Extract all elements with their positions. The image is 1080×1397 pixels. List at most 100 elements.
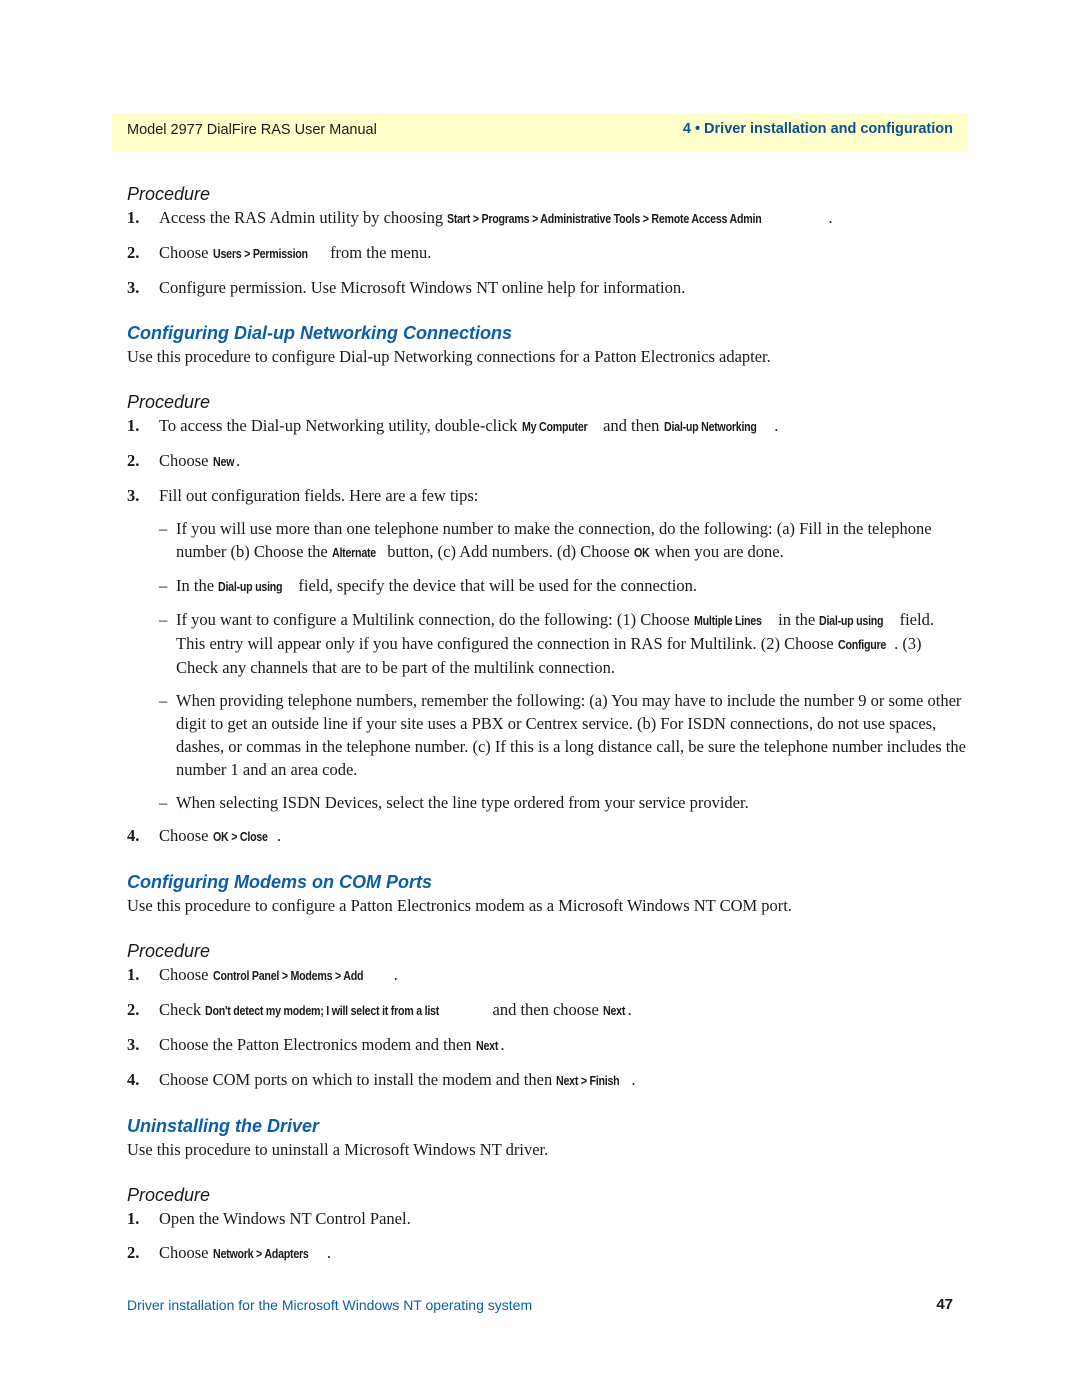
ui-command-text: Don't detect my modem; I will select it … xyxy=(205,1003,440,1018)
dialup-tips: – If you will use more than one telephone… xyxy=(127,517,967,814)
modem-steps: 1. Choose Control Panel > Modems > Add. 2.… xyxy=(127,963,967,1092)
body-text: . xyxy=(393,965,398,984)
procedure-step: 2. Check Don't detect my modem; I will se… xyxy=(127,998,967,1022)
body-text: . xyxy=(500,1035,505,1054)
procedure-step: 1. To access the Dial-up Networking utili… xyxy=(127,414,967,438)
step-number: 2. xyxy=(127,1000,140,1019)
body-text: field, specify the device that will be u… xyxy=(294,576,698,595)
procedure-step: 2. Choose Users > Permission from the men… xyxy=(127,241,967,265)
body-text: . xyxy=(627,1000,632,1019)
ui-command-text: Network > Adapters xyxy=(212,1246,309,1261)
tip-item: – If you want to configure a Multilink co… xyxy=(127,608,967,679)
procedure-step: 1. Choose Control Panel > Modems > Add. xyxy=(127,963,967,987)
dash-bullet-icon: – xyxy=(159,610,168,629)
procedure-step: 1. Open the Windows NT Control Panel. xyxy=(127,1207,967,1230)
section-title-dialup: Configuring Dial-up Networking Connectio… xyxy=(127,323,512,343)
procedure-label: Procedure xyxy=(127,184,211,204)
step-number: 3. xyxy=(127,1035,140,1054)
step-number: 2. xyxy=(127,1243,140,1262)
section-intro-uninstall: Use this procedure to uninstall a Micros… xyxy=(127,1140,549,1159)
footer-chapter-title: Driver installation for the Microsoft Wi… xyxy=(127,1297,533,1313)
ui-command-text: Configure xyxy=(837,637,886,652)
running-header: Model 2977 DialFire RAS User Manual 4 • … xyxy=(112,113,968,152)
body-text: If you want to configure a Multilink con… xyxy=(176,610,694,629)
step-number: 3. xyxy=(127,486,140,505)
section-intro-dialup: Use this procedure to configure Dial-up … xyxy=(127,347,771,366)
page-content: Procedure 1. Access the RAS Admin utility… xyxy=(127,182,967,1265)
body-text: . xyxy=(277,826,282,845)
procedure-step: 4. Choose OK > Close. xyxy=(127,824,967,848)
body-text: in the xyxy=(773,610,820,629)
step-number: 4. xyxy=(127,826,140,845)
body-text: and then choose xyxy=(488,1000,603,1019)
tip-item: – When providing telephone numbers, remem… xyxy=(127,689,967,781)
body-text: Choose xyxy=(159,1243,213,1262)
body-text: Choose xyxy=(159,826,213,845)
ui-command-text: Start > Programs > Administrative Tools … xyxy=(447,211,762,226)
step-number: 1. xyxy=(127,1209,140,1228)
dash-bullet-icon: – xyxy=(159,793,168,812)
body-text: from the menu. xyxy=(325,243,432,262)
section-title-modems: Configuring Modems on COM Ports xyxy=(127,872,432,892)
procedure-step: 2. Choose New. xyxy=(127,449,967,473)
ui-command-text: Dial-up using xyxy=(218,579,283,594)
tip-item: – In the Dial-up using field, specify the… xyxy=(127,574,967,598)
step-number: 2. xyxy=(127,243,140,262)
procedure-label: Procedure xyxy=(127,1185,211,1205)
body-text: . xyxy=(236,451,241,470)
dialup-final-step: 4. Choose OK > Close. xyxy=(127,824,967,848)
procedure-step: 3. Fill out configuration fields. Here ar… xyxy=(127,484,967,507)
ui-command-text: OK xyxy=(633,545,650,560)
ui-command-text: Control Panel > Modems > Add xyxy=(212,968,364,983)
body-text: Check xyxy=(159,1000,206,1019)
body-text: when you are done. xyxy=(650,542,784,561)
body-text: To access the Dial-up Networking utility… xyxy=(159,416,522,435)
tip-item: – If you will use more than one telephone… xyxy=(127,517,967,564)
body-text: When selecting ISDN Devices, select the … xyxy=(176,793,749,812)
ui-command-text: Next > Finish xyxy=(556,1073,620,1088)
body-text: Open the Windows NT Control Panel. xyxy=(159,1209,411,1228)
ui-command-text: My Computer xyxy=(521,419,588,434)
body-text: Access the RAS Admin utility by choosing xyxy=(159,208,448,227)
dash-bullet-icon: – xyxy=(159,519,168,538)
body-text: Fill out configuration fields. Here are … xyxy=(159,486,479,505)
body-text: Choose xyxy=(159,243,213,262)
procedure-step: 3. Configure permission. Use Microsoft Wi… xyxy=(127,276,967,299)
ui-command-text: New xyxy=(212,454,234,469)
body-text: Choose xyxy=(159,451,213,470)
procedure-step: 2. Choose Network > Adapters. xyxy=(127,1241,967,1265)
step-number: 4. xyxy=(127,1070,140,1089)
body-text: . xyxy=(631,1070,636,1089)
ui-command-text: Next xyxy=(602,1003,626,1018)
procedure-label: Procedure xyxy=(127,941,211,961)
body-text: When providing telephone numbers, rememb… xyxy=(176,691,966,779)
step-number: 2. xyxy=(127,451,140,470)
ui-command-text: Multiple Lines xyxy=(693,613,762,628)
step-number: 1. xyxy=(127,208,140,227)
ui-command-text: Dial-up using xyxy=(819,613,884,628)
step-number: 3. xyxy=(127,278,140,297)
page-number: 47 xyxy=(936,1296,953,1313)
procedure-label: Procedure xyxy=(127,392,211,412)
procedure-step: 3. Choose the Patton Electronics modem an… xyxy=(127,1033,967,1057)
body-text: . xyxy=(774,416,779,435)
ui-command-text: Users > Permission xyxy=(212,246,308,261)
body-text: . xyxy=(326,1243,331,1262)
dialup-steps: 1. To access the Dial-up Networking utili… xyxy=(127,414,967,507)
section-intro-modems: Use this procedure to configure a Patton… xyxy=(127,896,793,915)
chapter-title: 4 • Driver installation and configuratio… xyxy=(682,121,953,137)
procedure-step: 1. Access the RAS Admin utility by choosi… xyxy=(127,206,967,230)
body-text: Configure permission. Use Microsoft Wind… xyxy=(159,278,686,297)
body-text: . xyxy=(828,208,833,227)
body-text: Choose the Patton Electronics modem and … xyxy=(159,1035,476,1054)
body-text: button, (c) Add numbers. (d) Choose xyxy=(383,542,634,561)
dash-bullet-icon: – xyxy=(159,691,168,710)
procedure-step: 4. Choose COM ports on which to install t… xyxy=(127,1068,967,1092)
body-text: Choose COM ports on which to install the… xyxy=(159,1070,557,1089)
manual-title: Model 2977 DialFire RAS User Manual xyxy=(127,122,377,138)
step-number: 1. xyxy=(127,416,140,435)
ui-command-text: Dial-up Networking xyxy=(663,419,757,434)
tip-item: – When selecting ISDN Devices, select the… xyxy=(127,791,967,814)
body-text: and then xyxy=(598,416,664,435)
section-title-uninstall: Uninstalling the Driver xyxy=(127,1116,320,1136)
